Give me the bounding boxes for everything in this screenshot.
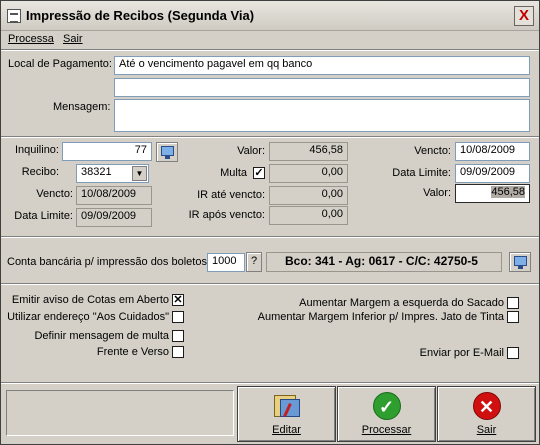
right-vencto-label: Vencto: xyxy=(414,145,451,157)
mensagem-input[interactable] xyxy=(114,99,530,132)
cancel-x-icon: ✕ xyxy=(472,392,501,420)
valor-label: Valor: xyxy=(237,145,265,157)
ir-ate-label: IR até vencto: xyxy=(197,189,265,201)
vencto-label: Vencto: xyxy=(36,188,73,200)
chevron-down-icon[interactable]: ▼ xyxy=(132,166,147,181)
editar-label: Editar xyxy=(272,424,301,436)
monitor-icon xyxy=(514,256,527,269)
sair-button[interactable]: ✕ Sair xyxy=(437,386,536,442)
endereco-label: Utilizar endereço "Aos Cuidados" xyxy=(7,311,169,323)
emitir-aviso-checkbox[interactable]: ✕ xyxy=(172,294,184,306)
ir-ate-field: 0,00 xyxy=(269,186,348,205)
msg-multa-label: Definir mensagem de multa xyxy=(34,330,169,342)
recibo-label: Recibo: xyxy=(21,166,59,178)
section-separator-2 xyxy=(1,236,539,238)
menu-processa[interactable]: Processa xyxy=(8,33,54,45)
edit-icon xyxy=(274,393,302,419)
frente-verso-checkbox[interactable] xyxy=(172,346,184,358)
conta-lookup-button[interactable] xyxy=(509,252,531,272)
inquilino-lookup-button[interactable] xyxy=(156,142,178,162)
section-separator-3 xyxy=(1,283,539,285)
recibo-value: 38321 xyxy=(81,166,112,178)
margem-inf-checkbox[interactable] xyxy=(507,311,519,323)
section-separator-4 xyxy=(1,382,539,384)
msg-multa-checkbox[interactable] xyxy=(172,330,184,342)
endereco-checkbox[interactable] xyxy=(172,311,184,323)
multa-field: 0,00 xyxy=(269,164,348,183)
right-data-limite-label: Data Limite: xyxy=(392,167,451,179)
local-pagamento-label: Local de Pagamento: xyxy=(8,58,112,70)
menu-sair[interactable]: Sair xyxy=(63,33,83,45)
right-valor-label: Valor: xyxy=(423,187,451,199)
checkmark-icon: ✓ xyxy=(372,392,401,420)
window-title: Impressão de Recibos (Segunda Via) xyxy=(26,8,255,23)
menu-bar: Processa Sair xyxy=(1,32,539,48)
ir-apos-label: IR após vencto: xyxy=(188,209,265,221)
mensagem-label: Mensagem: xyxy=(53,101,111,113)
email-checkbox[interactable] xyxy=(507,347,519,359)
processar-button[interactable]: ✓ Processar xyxy=(337,386,436,442)
dialog-window: Impressão de Recibos (Segunda Via) X Pro… xyxy=(0,0,540,445)
inquilino-label: Inquilino: xyxy=(14,144,59,156)
menu-separator xyxy=(1,49,539,51)
right-data-limite-input[interactable]: 09/09/2009 xyxy=(455,164,530,183)
margem-inf-label: Aumentar Margem Inferior p/ Impres. Jato… xyxy=(257,311,504,323)
data-limite-field: 09/09/2009 xyxy=(76,208,152,227)
valor-field: 456,58 xyxy=(269,142,348,161)
right-valor-input[interactable]: 456,58 xyxy=(455,184,530,203)
local-pagamento-input-2[interactable] xyxy=(114,78,530,97)
monitor-icon xyxy=(161,146,174,159)
right-vencto-input[interactable]: 10/08/2009 xyxy=(455,142,530,161)
vencto-field: 10/08/2009 xyxy=(76,186,152,205)
processar-label: Processar xyxy=(361,424,412,436)
data-limite-label: Data Limite: xyxy=(14,210,73,222)
email-label: Enviar por E-Mail xyxy=(419,347,504,359)
editar-button[interactable]: Editar xyxy=(237,386,336,442)
recibo-select[interactable]: 38321 ▼ xyxy=(76,164,149,183)
close-button[interactable]: X xyxy=(514,6,534,26)
conta-input[interactable]: 1000 xyxy=(207,253,245,272)
conta-help-button[interactable]: ? xyxy=(246,252,262,272)
inquilino-input[interactable]: 77 xyxy=(62,142,152,161)
emitir-aviso-label: Emitir aviso de Cotas em Aberto xyxy=(11,294,169,306)
margem-esq-label: Aumentar Margem a esquerda do Sacado xyxy=(299,297,504,309)
section-separator-1 xyxy=(1,136,539,138)
multa-checkbox[interactable]: ✓ xyxy=(253,167,265,179)
multa-label: Multa xyxy=(220,167,247,179)
conta-label: Conta bancária p/ impressão dos boletos: xyxy=(7,256,211,268)
title-bar[interactable]: Impressão de Recibos (Segunda Via) X xyxy=(1,1,539,31)
sair-label: Sair xyxy=(476,424,497,436)
margem-esq-checkbox[interactable] xyxy=(507,297,519,309)
ir-apos-field: 0,00 xyxy=(269,206,348,225)
status-panel xyxy=(6,390,234,436)
local-pagamento-input[interactable]: Até o vencimento pagavel em qq banco xyxy=(114,56,530,75)
conta-info-field: Bco: 341 - Ag: 0617 - C/C: 42750-5 xyxy=(266,252,502,272)
frente-verso-label: Frente e Verso xyxy=(96,346,169,358)
right-valor-value: 456,58 xyxy=(491,186,525,198)
app-icon xyxy=(7,9,21,23)
